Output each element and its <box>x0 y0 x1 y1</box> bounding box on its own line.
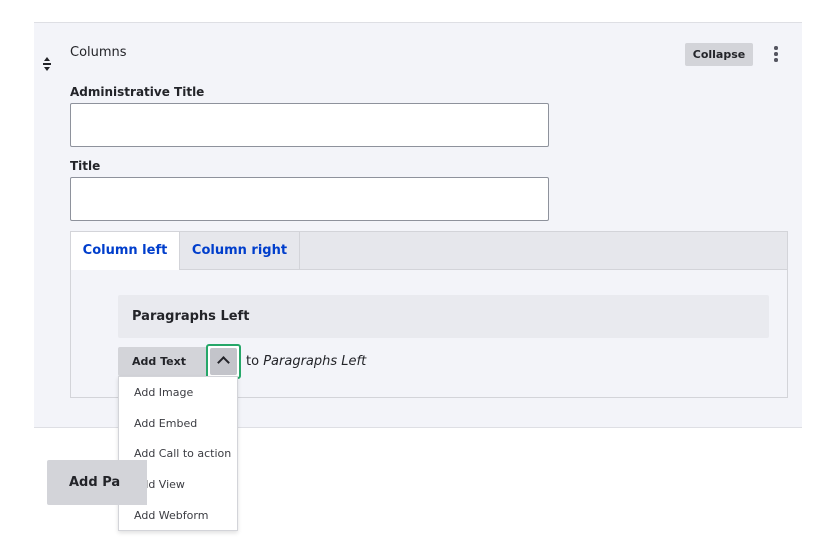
kebab-dot <box>774 58 778 62</box>
dropdown-item-add-embed[interactable]: Add Embed <box>134 417 197 430</box>
kebab-dot <box>774 46 778 50</box>
chevron-up-icon <box>217 356 230 369</box>
to-prefix: to <box>246 354 260 369</box>
admin-title-label: Administrative Title <box>70 85 205 99</box>
dropdown-item-add-image[interactable]: Add Image <box>134 386 193 399</box>
collapse-button[interactable]: Collapse <box>685 43 753 66</box>
drag-up-arrow <box>44 57 50 61</box>
drag-handle-icon[interactable] <box>41 57 53 71</box>
drag-bar <box>43 63 51 65</box>
add-text-button[interactable]: Add Text <box>118 347 208 376</box>
paragraphs-left-header: Paragraphs Left <box>118 295 769 338</box>
admin-title-input[interactable] <box>70 103 549 147</box>
add-to-target-text: to Paragraphs Left <box>246 354 366 369</box>
toggle-inner <box>210 348 237 375</box>
dropdown-toggle-button[interactable] <box>206 344 241 379</box>
dropdown-item-add-call-to-action[interactable]: Add Call to action <box>134 447 231 460</box>
tab-column-right[interactable]: Column right <box>180 232 300 269</box>
add-paragraph-dropdown: Add Image Add Embed Add Call to action A… <box>118 376 238 531</box>
kebab-dot <box>774 52 778 56</box>
paragraph-type-title: Columns <box>70 45 127 60</box>
to-target: Paragraphs Left <box>263 354 367 369</box>
kebab-menu-icon[interactable] <box>770 44 782 64</box>
title-label: Title <box>70 159 101 173</box>
tab-column-left[interactable]: Column left <box>71 232 180 270</box>
dropdown-item-add-webform[interactable]: Add Webform <box>134 509 208 522</box>
add-paragraph-button[interactable]: Add Pa <box>47 460 147 505</box>
paragraphs-left-title: Paragraphs Left <box>132 309 250 324</box>
title-input[interactable] <box>70 177 549 221</box>
drag-down-arrow <box>44 67 50 71</box>
tabs-bar: Column left Column right <box>71 232 787 270</box>
